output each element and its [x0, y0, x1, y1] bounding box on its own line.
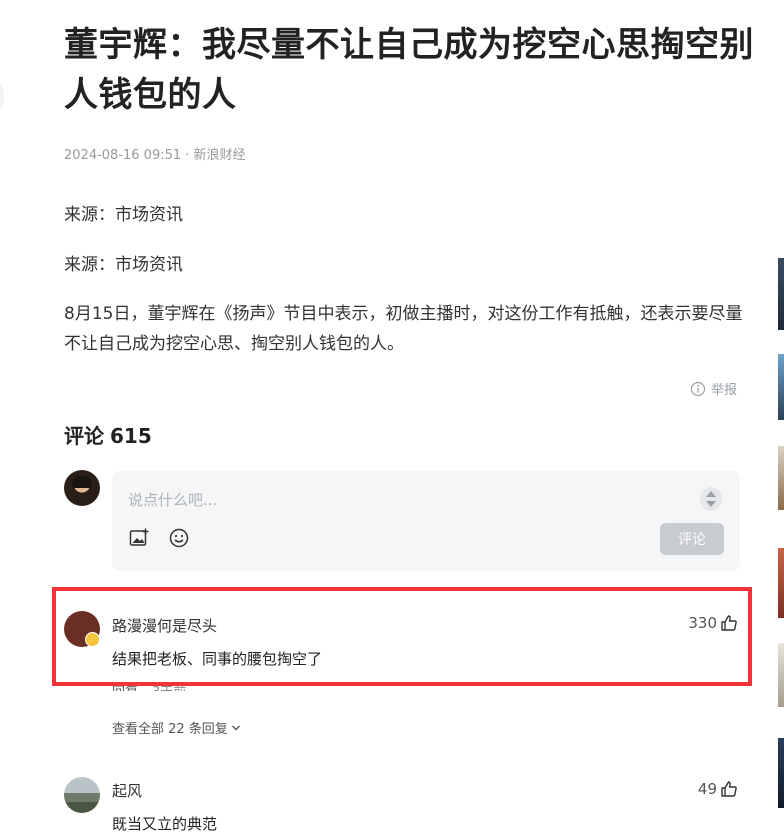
chevron-down-icon — [231, 725, 240, 730]
article-meta: 2024-08-16 09:51 · 新浪财经 — [64, 148, 246, 163]
comments-heading-label: 评论 — [64, 424, 104, 448]
verified-badge-icon — [85, 632, 100, 647]
comments-count: 615 — [110, 424, 152, 448]
thumbnail[interactable] — [778, 446, 784, 510]
thumbnail[interactable] — [778, 643, 784, 707]
thumbs-up-icon — [721, 781, 737, 797]
comment-time: 3天前 — [152, 681, 186, 691]
info-circle-icon — [690, 381, 706, 396]
thumbs-up-icon — [721, 615, 737, 631]
thumbnail[interactable] — [778, 258, 784, 330]
thumbnail[interactable] — [778, 354, 784, 420]
submit-comment-button[interactable]: 评论 — [660, 523, 724, 555]
side-nav-handle — [0, 82, 4, 112]
image-add-icon[interactable] — [128, 527, 150, 549]
current-user-avatar — [64, 470, 100, 506]
like-count: 330 — [688, 614, 717, 632]
comment-actions: 回复 3天前 — [112, 681, 186, 691]
avatar[interactable] — [64, 777, 100, 813]
comment-input[interactable]: 说点什么吧... — [128, 489, 217, 510]
article-paragraph: 来源：市场资讯 — [64, 205, 183, 225]
like-button[interactable]: 49 — [698, 780, 738, 798]
comment-text: 既当又立的典范 — [112, 815, 218, 833]
view-all-replies-label: 查看全部 22 条回复 — [112, 722, 228, 737]
report-button[interactable]: 举报 — [690, 379, 737, 398]
report-label: 举报 — [711, 383, 738, 398]
comment-text: 结果把老板、同事的腰包掏空了 — [112, 650, 323, 668]
thumbnail[interactable] — [778, 548, 784, 618]
comment-author[interactable]: 路漫漫何是尽头 — [112, 615, 217, 636]
smiley-icon[interactable] — [168, 527, 190, 549]
article-paragraph: 8月15日，董宇辉在《扬声》节目中表示，初做主播时，对这份工作有抵触，还表示要尽… — [64, 304, 743, 354]
composer-resize-handle[interactable] — [700, 487, 722, 511]
reply-button[interactable]: 回复 — [112, 681, 138, 691]
article-title: 董宇辉：我尽量不让自己成为挖空心思掏空别人钱包的人 — [64, 25, 754, 115]
view-all-replies-button[interactable]: 查看全部 22 条回复 — [112, 718, 241, 737]
highlight-annotation — [52, 587, 752, 686]
comment-composer: 说点什么吧... 评论 — [112, 471, 740, 571]
like-count: 49 — [697, 780, 717, 798]
avatar[interactable] — [64, 611, 100, 647]
article-paragraph: 来源：市场资讯 — [64, 255, 183, 275]
like-button[interactable]: 330 — [688, 614, 738, 632]
thumbnail[interactable] — [778, 738, 784, 808]
comment-author[interactable]: 起风 — [112, 780, 142, 801]
comments-heading: 评论 615 — [64, 420, 152, 449]
sidebar-thumbnails — [778, 258, 784, 835]
